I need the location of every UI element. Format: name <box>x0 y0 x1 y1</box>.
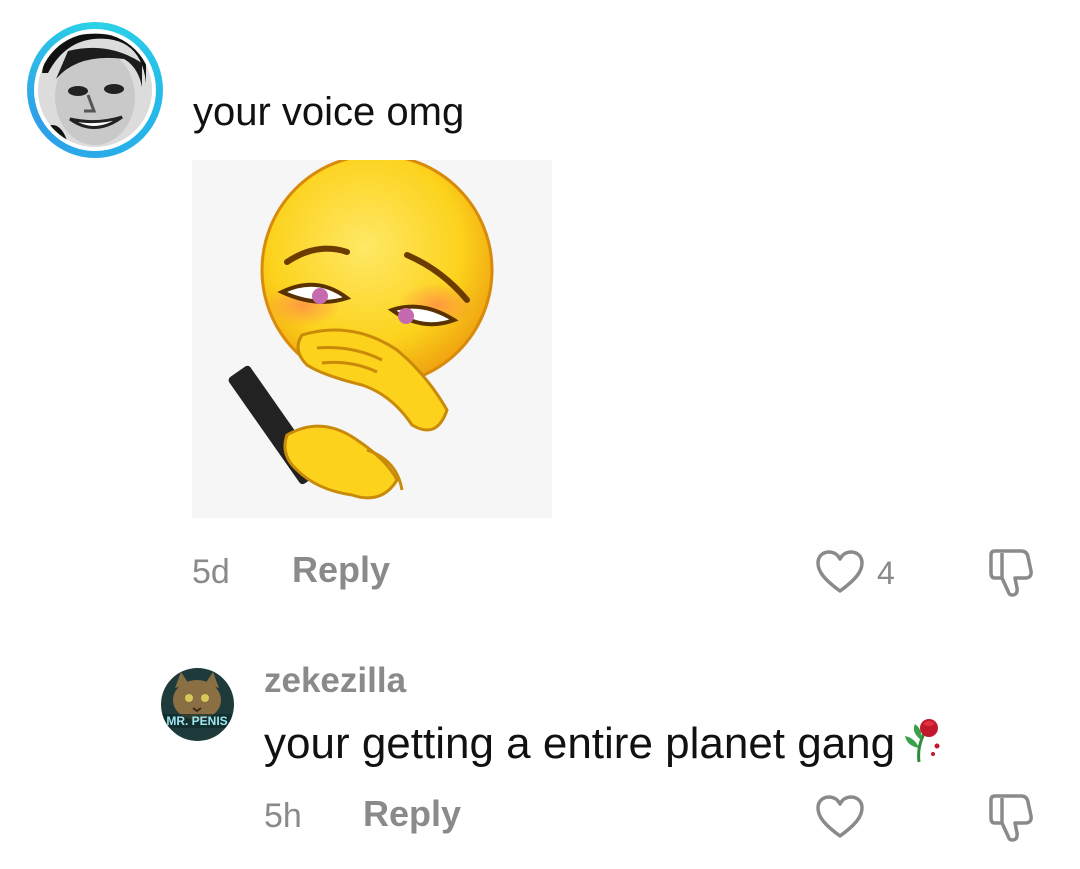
heart-icon[interactable] <box>815 549 865 595</box>
reply-button[interactable]: Reply <box>292 549 390 591</box>
thumbs-down-icon[interactable] <box>987 545 1039 599</box>
shy-emoji-phone-sticker <box>192 153 552 518</box>
comment-timestamp: 5d <box>192 553 230 591</box>
avatar-badge-text: MR. PENIS <box>166 714 227 728</box>
thumbs-down-icon[interactable] <box>987 790 1039 844</box>
avatar-photo <box>38 33 152 147</box>
comment-text: your voice omg <box>193 90 465 134</box>
reply-button-2[interactable]: Reply <box>363 793 461 835</box>
reply-username[interactable]: zekezilla <box>264 661 406 701</box>
like-count: 4 <box>877 555 895 591</box>
reply-text-body: your getting a entire planet gang <box>264 719 896 768</box>
commenter-avatar[interactable] <box>27 22 163 158</box>
heart-icon[interactable] <box>815 794 865 840</box>
reply-comment-text: your getting a entire planet gang <box>264 712 943 778</box>
wilted-rose-icon <box>899 712 943 778</box>
cat-avatar[interactable]: MR. PENIS <box>161 668 234 741</box>
reply-timestamp: 5h <box>264 797 302 835</box>
